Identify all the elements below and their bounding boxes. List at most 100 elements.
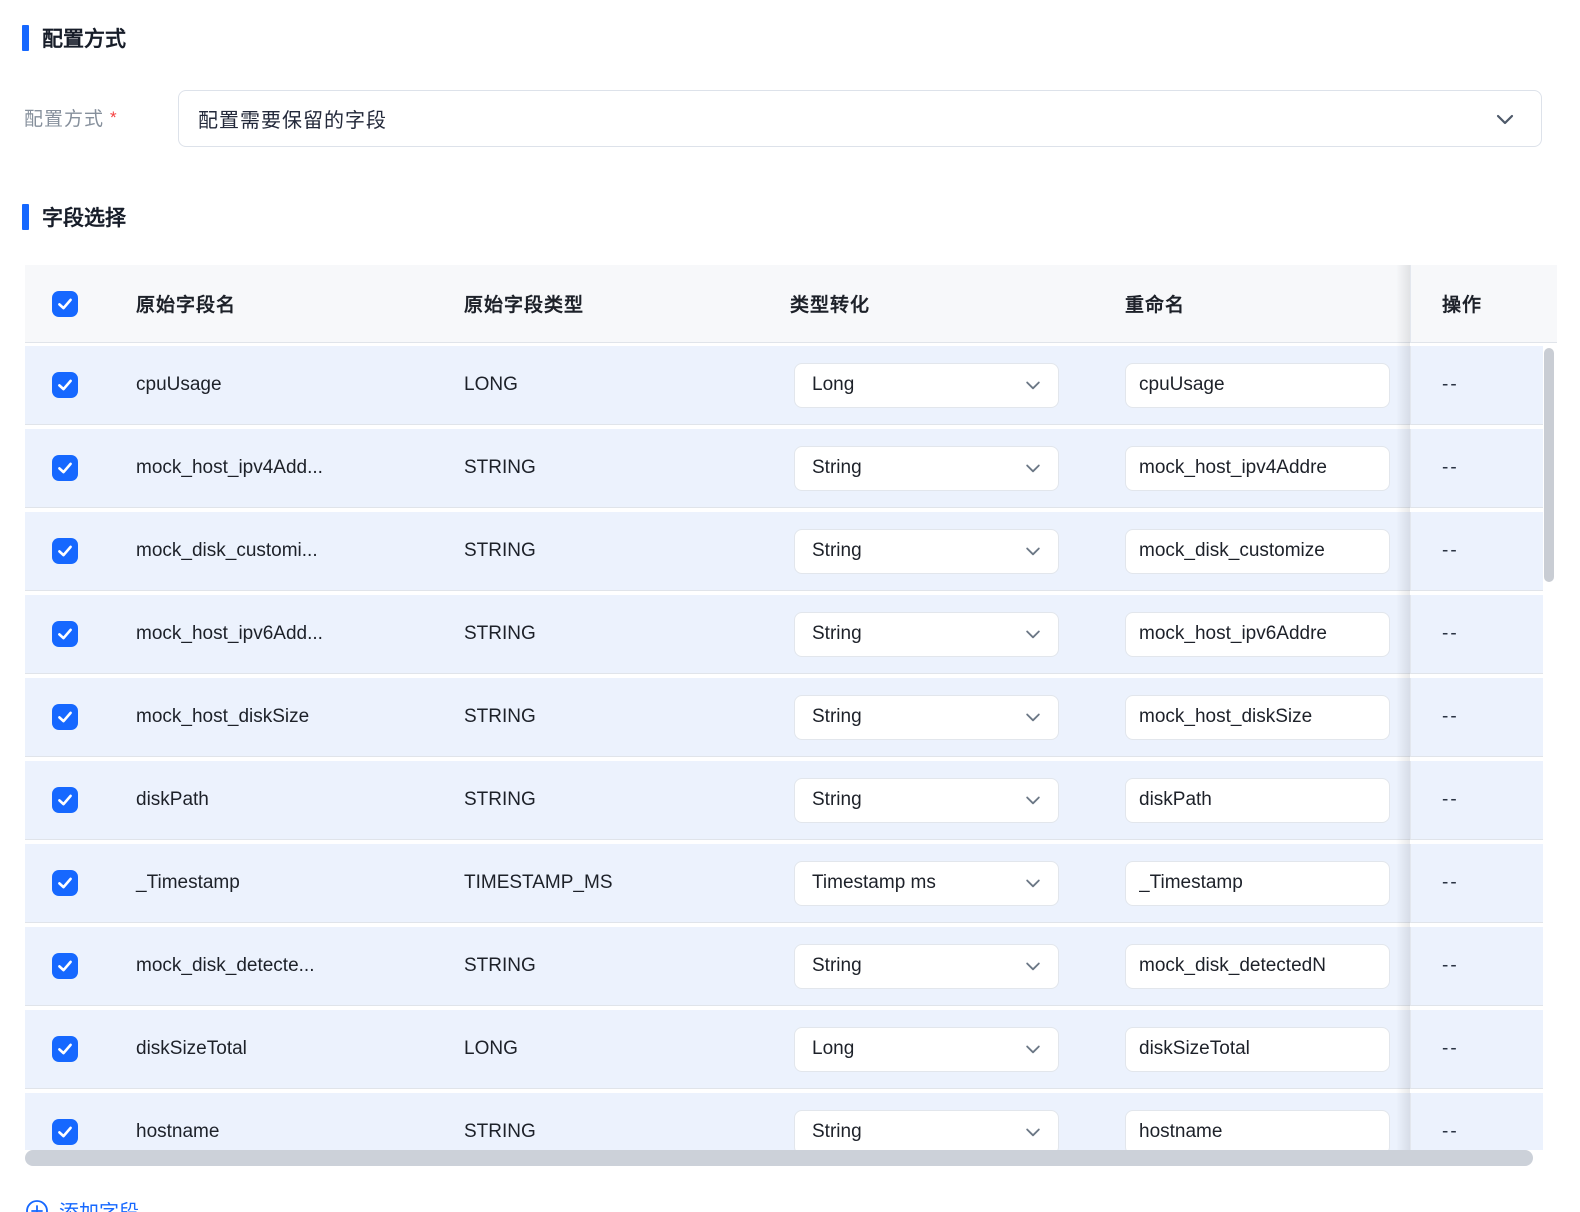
action-placeholder: -- xyxy=(1442,789,1459,810)
original-field-name: mock_disk_customi... xyxy=(136,540,318,561)
select-all-checkbox[interactable] xyxy=(52,290,78,317)
type-convert-value: String xyxy=(812,457,862,478)
type-convert-select[interactable]: String xyxy=(794,943,1059,989)
vertical-scrollbar[interactable] xyxy=(1544,348,1554,582)
original-field-name: diskPath xyxy=(136,789,209,810)
chevron-down-icon xyxy=(1026,796,1040,805)
rename-input[interactable] xyxy=(1125,528,1390,574)
add-field-label: 添加字段 xyxy=(59,1196,139,1212)
original-field-type: STRING xyxy=(464,623,536,644)
original-field-type: TIMESTAMP_MS xyxy=(464,872,613,893)
rename-input[interactable] xyxy=(1125,445,1390,491)
row-checkbox[interactable] xyxy=(52,787,78,813)
rename-input[interactable] xyxy=(1125,943,1390,989)
type-convert-value: String xyxy=(812,1121,862,1142)
original-field-name: hostname xyxy=(136,1121,220,1142)
table-row: hostname STRING String -- xyxy=(25,1093,1543,1150)
action-placeholder: -- xyxy=(1442,1121,1459,1142)
section-title-text: 配置方式 xyxy=(42,28,126,51)
table-body: cpuUsage LONG Long -- mock_host_ipv4Ad xyxy=(25,343,1557,1150)
check-icon xyxy=(58,877,72,889)
chevron-down-icon xyxy=(1496,114,1514,124)
original-field-type: STRING xyxy=(464,540,536,561)
header-rename: 重命名 xyxy=(1125,295,1186,316)
row-checkbox[interactable] xyxy=(52,1119,78,1145)
check-icon xyxy=(58,711,72,723)
type-convert-select[interactable]: String xyxy=(794,694,1059,740)
type-convert-select[interactable]: String xyxy=(794,528,1059,574)
header-type-convert: 类型转化 xyxy=(790,295,871,316)
config-method-select-value: 配置需要保留的字段 xyxy=(198,110,387,132)
table-header-row: 原始字段名 原始字段类型 类型转化 重命名 操作 xyxy=(25,265,1557,343)
type-convert-value: String xyxy=(812,706,862,727)
config-method-select[interactable]: 配置需要保留的字段 xyxy=(178,90,1542,147)
header-original-field-name: 原始字段名 xyxy=(136,295,237,316)
field-config-page: 配置方式 配置方式 * 配置需要保留的字段 字段选择 原始字段名 原始字段类型 类 xyxy=(0,0,1580,1212)
action-placeholder: -- xyxy=(1442,706,1459,727)
type-convert-value: String xyxy=(812,540,862,561)
action-placeholder: -- xyxy=(1442,872,1459,893)
rename-input[interactable] xyxy=(1125,1026,1390,1072)
row-checkbox[interactable] xyxy=(52,704,78,730)
type-convert-value: Timestamp ms xyxy=(812,872,936,893)
original-field-name: mock_host_ipv6Add... xyxy=(136,623,323,644)
type-convert-value: Long xyxy=(812,1038,855,1059)
original-field-type: LONG xyxy=(464,374,518,395)
type-convert-select[interactable]: Long xyxy=(794,1026,1059,1072)
table-row: mock_disk_detecte... STRING String -- xyxy=(25,927,1543,1006)
original-field-type: STRING xyxy=(464,706,536,727)
type-convert-select[interactable]: String xyxy=(794,445,1059,491)
type-convert-select[interactable]: String xyxy=(794,777,1059,823)
original-field-name: mock_host_ipv4Add... xyxy=(136,457,323,478)
original-field-type: STRING xyxy=(464,1121,536,1142)
original-field-name: mock_disk_detecte... xyxy=(136,955,315,976)
field-selection-table: 原始字段名 原始字段类型 类型转化 重命名 操作 cpuUsage LONG L… xyxy=(25,265,1557,1166)
action-placeholder: -- xyxy=(1442,540,1459,561)
rename-input[interactable] xyxy=(1125,777,1390,823)
add-field-button[interactable]: 添加字段 xyxy=(25,1196,139,1212)
rename-input[interactable] xyxy=(1125,860,1390,906)
rename-input[interactable] xyxy=(1125,1109,1390,1150)
row-checkbox[interactable] xyxy=(52,621,78,647)
plus-circle-icon xyxy=(26,1199,48,1212)
header-original-field-type: 原始字段类型 xyxy=(464,295,585,316)
row-checkbox[interactable] xyxy=(52,870,78,896)
rename-input[interactable] xyxy=(1125,362,1390,408)
row-checkbox[interactable] xyxy=(52,953,78,979)
check-icon xyxy=(58,1043,72,1055)
check-icon xyxy=(58,1126,72,1138)
type-convert-select[interactable]: String xyxy=(794,1109,1059,1150)
type-convert-select[interactable]: Timestamp ms xyxy=(794,860,1059,906)
original-field-name: cpuUsage xyxy=(136,374,222,395)
type-convert-value: String xyxy=(812,623,862,644)
table-row: mock_host_ipv6Add... STRING String -- xyxy=(25,595,1543,674)
table-row: diskPath STRING String -- xyxy=(25,761,1543,840)
horizontal-scrollbar[interactable] xyxy=(25,1150,1533,1166)
table-row: _Timestamp TIMESTAMP_MS Timestamp ms -- xyxy=(25,844,1543,923)
check-icon xyxy=(58,960,72,972)
config-method-label: 配置方式 * xyxy=(24,104,118,131)
type-convert-select[interactable]: Long xyxy=(794,362,1059,408)
table-row: diskSizeTotal LONG Long -- xyxy=(25,1010,1543,1089)
chevron-down-icon xyxy=(1026,962,1040,971)
row-checkbox[interactable] xyxy=(52,1036,78,1062)
action-placeholder: -- xyxy=(1442,623,1459,644)
required-asterisk: * xyxy=(110,108,118,127)
check-icon xyxy=(58,462,72,474)
row-checkbox[interactable] xyxy=(52,538,78,564)
type-convert-select[interactable]: String xyxy=(794,611,1059,657)
action-placeholder: -- xyxy=(1442,1038,1459,1059)
original-field-name: _Timestamp xyxy=(136,872,240,893)
check-icon xyxy=(58,298,72,309)
action-placeholder: -- xyxy=(1442,457,1459,478)
original-field-type: STRING xyxy=(464,457,536,478)
row-checkbox[interactable] xyxy=(52,455,78,481)
original-field-type: STRING xyxy=(464,789,536,810)
table-row: cpuUsage LONG Long -- xyxy=(25,346,1543,425)
config-method-label-text: 配置方式 xyxy=(24,109,105,130)
rename-input[interactable] xyxy=(1125,694,1390,740)
row-checkbox[interactable] xyxy=(52,372,78,398)
check-icon xyxy=(58,545,72,557)
chevron-down-icon xyxy=(1026,713,1040,722)
rename-input[interactable] xyxy=(1125,611,1390,657)
